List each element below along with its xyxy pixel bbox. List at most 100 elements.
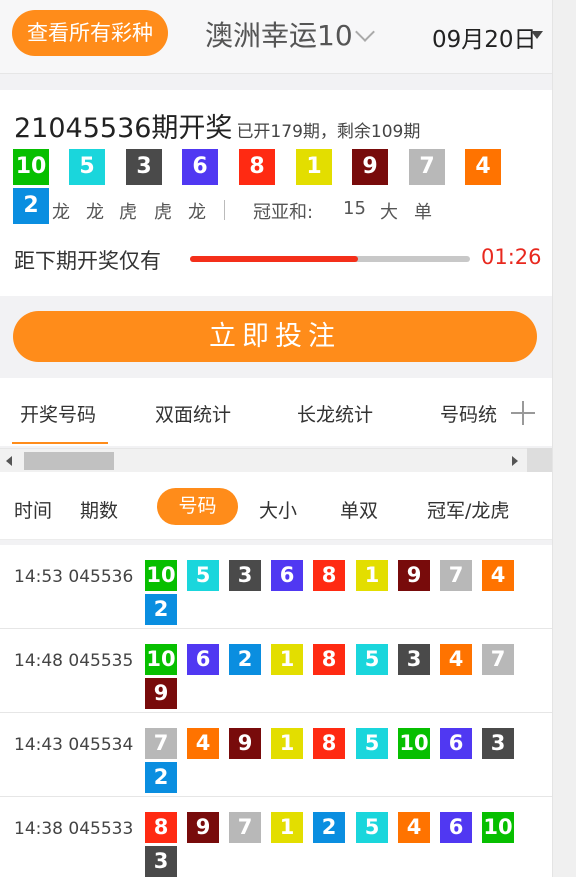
row-issue: 045535	[68, 651, 134, 671]
draw-ball: 6	[182, 149, 218, 185]
row-time: 14:43	[14, 735, 63, 755]
row-number-ball: 7	[440, 560, 472, 591]
issue-title: 21045536期开奖 已开179期，剩余109期	[14, 106, 420, 145]
row-number-ball: 2	[313, 812, 345, 843]
row-number-ball: 8	[313, 560, 345, 591]
filter-issue[interactable]: 期数	[80, 496, 118, 523]
sum-label: 冠亚和:	[253, 202, 314, 223]
draw-ball: 4	[465, 149, 501, 185]
row-number-ball: 10	[145, 560, 177, 591]
row-issue: 045534	[68, 735, 134, 755]
dragon-tiger-2: 龙	[86, 202, 104, 223]
top-header: 查看所有彩种 澳洲幸运10 09月20日	[0, 0, 552, 74]
row-number-ball: 10	[398, 728, 430, 759]
tab-draw-numbers[interactable]: 开奖号码	[20, 400, 96, 427]
game-selector[interactable]: 澳洲幸运10	[205, 14, 353, 54]
row-number-ball: 3	[482, 728, 514, 759]
bet-now-button[interactable]: 立即投注	[13, 311, 537, 362]
history-list: 14:53 045536 10 5 3 6 8 1 9 7 4 2 14:48 045535 10 6 2 1…	[0, 545, 552, 877]
sum-size: 大	[380, 202, 398, 223]
row-number-ball: 6	[440, 728, 472, 759]
scroll-corner	[527, 448, 552, 472]
caret-down-icon[interactable]	[531, 31, 543, 39]
history-row: 14:43 045534 7 4 9 1 8 5 10 6 3 2	[0, 713, 552, 797]
row-number-ball: 7	[229, 812, 261, 843]
row-number-ball: 2	[145, 762, 177, 793]
row-number-ball: 10	[145, 644, 177, 675]
row-number-ball: 8	[313, 728, 345, 759]
active-tab-indicator	[12, 442, 108, 444]
row-number-ball: 4	[482, 560, 514, 591]
sum-value: 15	[343, 198, 366, 219]
date-selector[interactable]: 09月20日	[432, 20, 537, 54]
chevron-down-icon[interactable]	[355, 22, 375, 42]
history-row: 14:53 045536 10 5 3 6 8 1 9 7 4 2	[0, 545, 552, 629]
row-time: 14:53	[14, 567, 63, 587]
row-number-ball: 5	[187, 560, 219, 591]
row-time-issue: 14:38 045533	[14, 819, 133, 839]
scroll-right-icon[interactable]	[512, 456, 518, 466]
row-time: 14:48	[14, 651, 63, 671]
horizontal-scrollbar[interactable]	[0, 448, 527, 472]
row-number-ball: 8	[313, 644, 345, 675]
row-number-ball: 1	[356, 560, 388, 591]
row-number-ball: 5	[356, 728, 388, 759]
row-number-ball: 2	[229, 644, 261, 675]
scroll-thumb[interactable]	[24, 452, 114, 470]
divider	[224, 200, 225, 220]
scroll-left-icon[interactable]	[6, 456, 12, 466]
row-number-ball: 6	[187, 644, 219, 675]
tab-bar: 开奖号码 双面统计 长龙统计 号码统	[0, 378, 552, 446]
draw-ball: 7	[409, 149, 445, 185]
row-number-ball: 9	[145, 678, 177, 709]
row-time-issue: 14:43 045534	[14, 735, 133, 755]
draw-ball: 8	[239, 149, 275, 185]
row-number-ball: 6	[440, 812, 472, 843]
row-number-ball: 1	[271, 812, 303, 843]
row-number-ball: 10	[482, 812, 514, 843]
plus-icon-vertical[interactable]	[522, 401, 524, 425]
countdown-timer: 01:26	[481, 245, 542, 269]
row-issue: 045533	[68, 819, 134, 839]
row-number-ball: 4	[187, 728, 219, 759]
draw-ball: 3	[126, 149, 162, 185]
filter-size[interactable]: 大小	[259, 496, 297, 523]
row-issue: 045536	[68, 567, 134, 587]
tab-number-stats[interactable]: 号码统	[440, 400, 497, 427]
draw-ball: 9	[352, 149, 388, 185]
filter-time[interactable]: 时间	[14, 496, 52, 523]
history-row: 14:48 045535 10 6 2 1 8 5 3 4 7 9	[0, 629, 552, 713]
filter-champion-dragon-tiger[interactable]: 冠军/龙虎	[427, 496, 509, 523]
row-number-ball: 5	[356, 644, 388, 675]
tab-two-sided-stats[interactable]: 双面统计	[155, 400, 231, 427]
draw-ball: 2	[13, 188, 49, 224]
dragon-tiger-1: 龙	[52, 202, 70, 223]
dragon-tiger-5: 龙	[188, 202, 206, 223]
row-number-ball: 8	[145, 812, 177, 843]
row-number-ball: 3	[398, 644, 430, 675]
row-number-ball: 1	[271, 728, 303, 759]
countdown-label: 距下期开奖仅有	[14, 249, 161, 273]
row-number-ball: 5	[356, 812, 388, 843]
page-scrollbar[interactable]	[552, 0, 576, 877]
draw-ball: 10	[13, 149, 49, 185]
progress-fill	[190, 256, 358, 262]
all-lotteries-button[interactable]: 查看所有彩种	[12, 10, 168, 56]
row-number-ball: 9	[398, 560, 430, 591]
row-time-issue: 14:48 045535	[14, 651, 133, 671]
filter-parity[interactable]: 单双	[340, 496, 378, 523]
issue-stats: 已开179期，剩余109期	[236, 122, 421, 142]
tab-long-dragon-stats[interactable]: 长龙统计	[297, 400, 373, 427]
dragon-tiger-3: 虎	[119, 202, 137, 223]
filter-row: 时间 期数 号码 大小 单双 冠军/龙虎	[0, 472, 552, 540]
countdown-progress-bar	[190, 256, 470, 262]
row-number-ball: 4	[398, 812, 430, 843]
row-number-ball: 7	[482, 644, 514, 675]
row-number-ball: 1	[271, 644, 303, 675]
row-number-ball: 9	[229, 728, 261, 759]
filter-number[interactable]: 号码	[157, 488, 238, 525]
draw-ball: 1	[296, 149, 332, 185]
history-row: 14:38 045533 8 9 7 1 2 5 4 6 10 3	[0, 797, 552, 877]
row-time: 14:38	[14, 819, 63, 839]
row-number-ball: 9	[187, 812, 219, 843]
